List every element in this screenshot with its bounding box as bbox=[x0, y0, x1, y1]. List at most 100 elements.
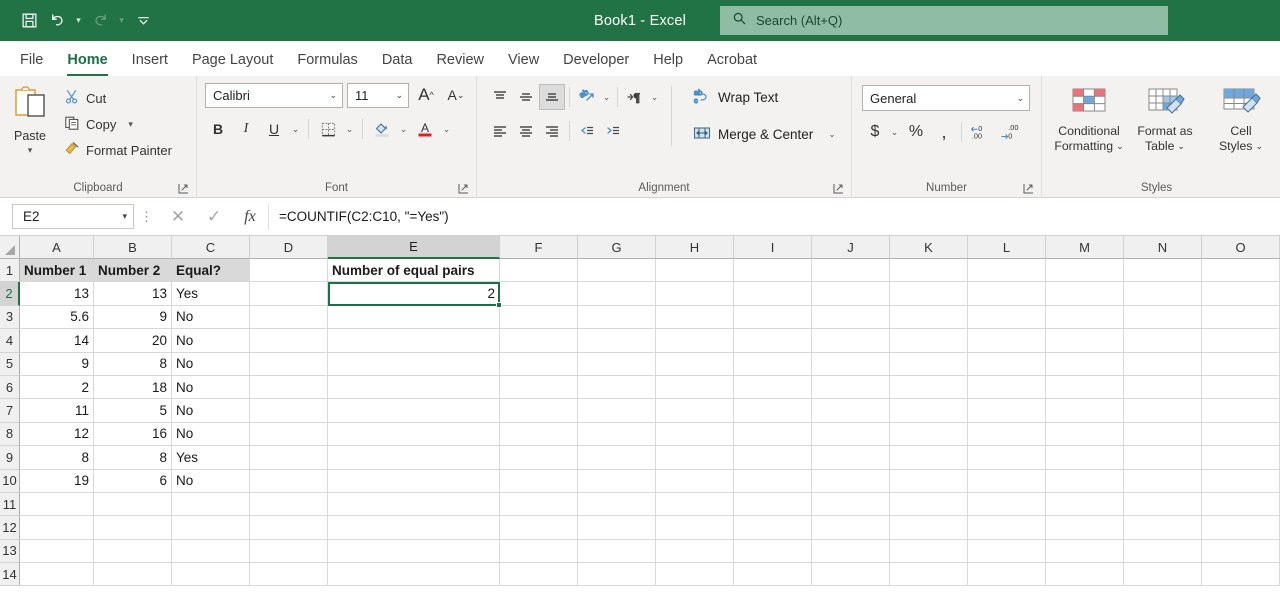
copy-button[interactable]: Copy ▾ bbox=[60, 112, 176, 136]
cell-M8[interactable] bbox=[1046, 423, 1124, 446]
cell-G2[interactable] bbox=[578, 282, 656, 305]
format-painter-button[interactable]: Format Painter bbox=[60, 138, 176, 162]
cell-D10[interactable] bbox=[250, 470, 328, 493]
paste-button[interactable]: Paste ▾ bbox=[0, 82, 60, 156]
column-header-k[interactable]: K bbox=[890, 236, 968, 259]
decrease-decimal-button[interactable]: 0 .00 bbox=[966, 119, 996, 145]
paste-dropdown-icon[interactable]: ▾ bbox=[28, 145, 33, 156]
cell-N12[interactable] bbox=[1124, 516, 1202, 539]
cell-I2[interactable] bbox=[734, 282, 812, 305]
cell-J5[interactable] bbox=[812, 353, 890, 376]
cell-O7[interactable] bbox=[1202, 399, 1280, 422]
cell-G5[interactable] bbox=[578, 353, 656, 376]
insert-function-icon[interactable]: fx bbox=[232, 204, 268, 230]
cell-H9[interactable] bbox=[656, 446, 734, 469]
cell-J9[interactable] bbox=[812, 446, 890, 469]
number-format-combo[interactable]: General⌄ bbox=[862, 85, 1030, 111]
cell-K13[interactable] bbox=[890, 540, 968, 563]
percent-button[interactable]: % bbox=[901, 119, 931, 145]
cell-L14[interactable] bbox=[968, 563, 1046, 586]
column-header-a[interactable]: A bbox=[20, 236, 94, 259]
chevron-down-icon[interactable]: ⌄ bbox=[1177, 139, 1185, 154]
cell-H14[interactable] bbox=[656, 563, 734, 586]
cell-L11[interactable] bbox=[968, 493, 1046, 516]
cell-M11[interactable] bbox=[1046, 493, 1124, 516]
cell-D11[interactable] bbox=[250, 493, 328, 516]
undo-dropdown-icon[interactable]: ▾ bbox=[72, 8, 85, 34]
cell-C10[interactable]: No bbox=[172, 470, 250, 493]
cell-O10[interactable] bbox=[1202, 470, 1280, 493]
cell-A9[interactable]: 8 bbox=[20, 446, 94, 469]
cell-M6[interactable] bbox=[1046, 376, 1124, 399]
tab-help[interactable]: Help bbox=[641, 43, 695, 76]
cell-D8[interactable] bbox=[250, 423, 328, 446]
cell-H7[interactable] bbox=[656, 399, 734, 422]
column-header-n[interactable]: N bbox=[1124, 236, 1202, 259]
cell-I1[interactable] bbox=[734, 259, 812, 282]
cell-D3[interactable] bbox=[250, 306, 328, 329]
save-icon[interactable] bbox=[16, 8, 42, 34]
cell-M1[interactable] bbox=[1046, 259, 1124, 282]
font-color-button[interactable]: A bbox=[412, 116, 438, 142]
cell-A1[interactable]: Number 1 bbox=[20, 259, 94, 282]
row-header-5[interactable]: 5 bbox=[0, 353, 20, 376]
cell-N9[interactable] bbox=[1124, 446, 1202, 469]
cell-K7[interactable] bbox=[890, 399, 968, 422]
cell-M7[interactable] bbox=[1046, 399, 1124, 422]
cell-H8[interactable] bbox=[656, 423, 734, 446]
cell-N6[interactable] bbox=[1124, 376, 1202, 399]
cell-I8[interactable] bbox=[734, 423, 812, 446]
cell-E1[interactable]: Number of equal pairs bbox=[328, 259, 500, 282]
cell-F3[interactable] bbox=[500, 306, 578, 329]
row-header-1[interactable]: 1 bbox=[0, 259, 20, 282]
cell-B13[interactable] bbox=[94, 540, 172, 563]
cell-L9[interactable] bbox=[968, 446, 1046, 469]
cell-I9[interactable] bbox=[734, 446, 812, 469]
tab-file[interactable]: File bbox=[8, 43, 55, 76]
orientation-dropdown-icon[interactable]: ⌄ bbox=[600, 84, 613, 110]
cell-I7[interactable] bbox=[734, 399, 812, 422]
cell-A3[interactable]: 5.6 bbox=[20, 306, 94, 329]
cell-C11[interactable] bbox=[172, 493, 250, 516]
chevron-down-icon[interactable]: ▾ bbox=[122, 211, 127, 222]
cell-M9[interactable] bbox=[1046, 446, 1124, 469]
tab-review[interactable]: Review bbox=[424, 43, 496, 76]
cell-O13[interactable] bbox=[1202, 540, 1280, 563]
cell-G7[interactable] bbox=[578, 399, 656, 422]
cell-N3[interactable] bbox=[1124, 306, 1202, 329]
text-direction-button[interactable]: ¶ bbox=[622, 84, 648, 110]
font-name-combo[interactable]: Calibri⌄ bbox=[205, 83, 343, 108]
column-header-m[interactable]: M bbox=[1046, 236, 1124, 259]
formula-bar-grip[interactable]: ⋮ bbox=[134, 209, 160, 225]
cell-K6[interactable] bbox=[890, 376, 968, 399]
tab-acrobat[interactable]: Acrobat bbox=[695, 43, 769, 76]
conditional-formatting-button[interactable]: Conditional Formatting⌄ bbox=[1052, 86, 1126, 154]
row-header-6[interactable]: 6 bbox=[0, 376, 20, 399]
align-center-button[interactable] bbox=[513, 118, 539, 144]
cell-O4[interactable] bbox=[1202, 329, 1280, 352]
cell-D4[interactable] bbox=[250, 329, 328, 352]
cell-K14[interactable] bbox=[890, 563, 968, 586]
cell-K10[interactable] bbox=[890, 470, 968, 493]
cell-G8[interactable] bbox=[578, 423, 656, 446]
select-all-button[interactable] bbox=[0, 236, 20, 259]
cell-E3[interactable] bbox=[328, 306, 500, 329]
redo-dropdown-icon[interactable]: ▾ bbox=[115, 8, 128, 34]
cell-J4[interactable] bbox=[812, 329, 890, 352]
column-header-h[interactable]: H bbox=[656, 236, 734, 259]
cell-C2[interactable]: Yes bbox=[172, 282, 250, 305]
cell-M14[interactable] bbox=[1046, 563, 1124, 586]
column-header-f[interactable]: F bbox=[500, 236, 578, 259]
cell-A8[interactable]: 12 bbox=[20, 423, 94, 446]
cell-G4[interactable] bbox=[578, 329, 656, 352]
cell-D6[interactable] bbox=[250, 376, 328, 399]
cell-J12[interactable] bbox=[812, 516, 890, 539]
cell-H4[interactable] bbox=[656, 329, 734, 352]
cell-K4[interactable] bbox=[890, 329, 968, 352]
cell-F2[interactable] bbox=[500, 282, 578, 305]
column-header-d[interactable]: D bbox=[250, 236, 328, 259]
undo-icon[interactable] bbox=[44, 8, 70, 34]
confirm-check-icon[interactable]: ✓ bbox=[196, 204, 232, 230]
row-header-7[interactable]: 7 bbox=[0, 399, 20, 422]
cell-C12[interactable] bbox=[172, 516, 250, 539]
